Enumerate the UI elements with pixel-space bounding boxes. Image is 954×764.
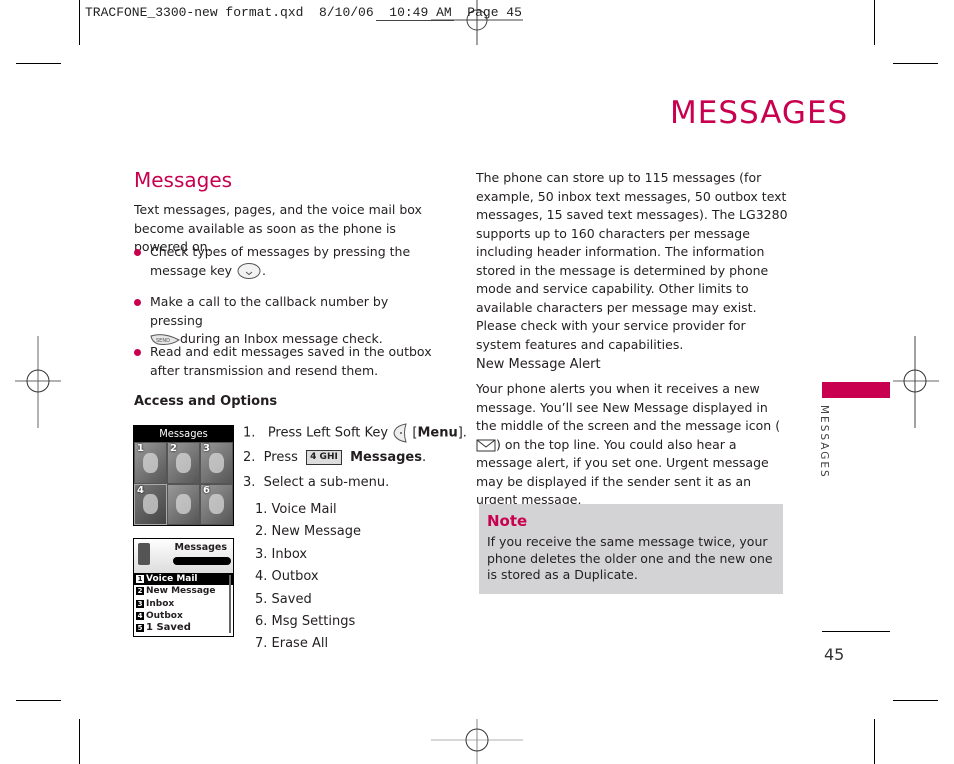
registration-mark-right bbox=[893, 336, 939, 428]
scrollbar bbox=[229, 575, 231, 633]
phone-screen-messages-list: Messages 1 Voice Mail 2 New Message 3 Inbox… bbox=[133, 538, 234, 637]
tools-icon bbox=[208, 494, 225, 515]
crop-mark bbox=[16, 63, 61, 64]
slug-filename: TRACFONE_3300-new format.qxd bbox=[85, 5, 304, 20]
screen-menu-item: 1 Voice Mail bbox=[134, 573, 233, 586]
bullet-item: Read and edit messages saved in the outb… bbox=[134, 343, 444, 380]
crop-mark bbox=[893, 63, 938, 64]
bullet-text: Make a call to the callback number by pr… bbox=[150, 294, 389, 328]
coin-icon bbox=[142, 452, 159, 473]
bullet-dot bbox=[134, 349, 141, 356]
screen-menu-item: 2 New Message bbox=[136, 586, 216, 597]
book-icon bbox=[175, 452, 192, 473]
menu-tile: 5 bbox=[167, 483, 200, 525]
registration-mark-left bbox=[15, 336, 61, 428]
access-steps: 1. Press Left Soft Key [Menu]. 2. Press … bbox=[243, 423, 467, 498]
submenu-item: 7. Erase All bbox=[255, 636, 329, 652]
bullet-dot bbox=[134, 299, 141, 306]
crop-mark bbox=[874, 719, 875, 764]
message-key-icon bbox=[237, 263, 261, 279]
storage-paragraph: The phone can store up to 115 messages (… bbox=[476, 170, 788, 352]
slug-underline bbox=[376, 20, 454, 21]
screen-menu-item: 51 Saved bbox=[136, 622, 191, 634]
crop-mark bbox=[16, 700, 61, 701]
mailbox-icon bbox=[142, 494, 159, 515]
section-title: Messages bbox=[134, 168, 233, 192]
submenu-item: 4. Outbox bbox=[255, 569, 319, 585]
registration-mark-bottom bbox=[431, 719, 523, 764]
slug-date: 8/10/06 bbox=[319, 5, 374, 20]
phone-graphic-icon bbox=[138, 543, 150, 565]
slug-time: 10:49 AM bbox=[389, 5, 452, 20]
submenu-item: 6. Msg Settings bbox=[255, 613, 356, 629]
menu-tile: 4 bbox=[134, 483, 167, 525]
note-title: Note bbox=[487, 512, 528, 530]
bullet-text: Check types of messages by pressing the … bbox=[150, 244, 411, 278]
access-options-heading: Access and Options bbox=[134, 394, 278, 409]
step-item: 2. Press 4 GHI Messages. bbox=[243, 450, 427, 465]
bullet-dot bbox=[134, 249, 141, 256]
chapter-tab-label: MESSAGES bbox=[818, 405, 830, 479]
step-item: 3. Select a sub-menu. bbox=[243, 475, 390, 490]
note-box: Note If you receive the same message twi… bbox=[479, 504, 783, 594]
chapter-title: MESSAGES bbox=[670, 95, 849, 131]
menu-tile: 2 bbox=[167, 442, 200, 484]
bullet-item: Check types of messages by pressing the … bbox=[134, 243, 444, 280]
scroll-indicator bbox=[173, 557, 231, 565]
screen-title: Messages bbox=[134, 426, 233, 442]
alert-paragraph: Your phone alerts you when it receives a… bbox=[476, 381, 781, 507]
step-item: 1. Press Left Soft Key [Menu]. bbox=[243, 423, 467, 448]
submenu-item: 2. New Message bbox=[255, 524, 361, 540]
note-body: If you receive the same message twice, y… bbox=[487, 534, 773, 582]
bullet-item: Make a call to the callback number by pr… bbox=[134, 293, 444, 349]
screen-menu-item: 4 Outbox bbox=[136, 610, 183, 621]
new-message-alert-heading: New Message Alert bbox=[476, 357, 601, 372]
screen-menu-item: 3 Inbox bbox=[136, 598, 175, 609]
submenu-item: 3. Inbox bbox=[255, 546, 308, 562]
submenu-item: 5. Saved bbox=[255, 591, 312, 607]
menu-tile: 3 bbox=[200, 442, 233, 484]
clock-icon bbox=[175, 494, 192, 515]
chapter-tab-marker bbox=[822, 382, 890, 398]
crop-mark bbox=[893, 700, 938, 701]
menu-tile: 1 bbox=[134, 442, 167, 484]
phone-screen-menu-grid: Messages 1 2 3 4 5 6 bbox=[133, 425, 234, 526]
crop-mark bbox=[874, 0, 875, 45]
bullet-text: Read and edit messages saved in the outb… bbox=[150, 344, 432, 378]
menu-tile: 6 bbox=[200, 483, 233, 525]
left-soft-key-icon bbox=[393, 423, 407, 443]
crop-mark bbox=[79, 719, 80, 764]
notepad-icon bbox=[208, 452, 225, 473]
screen-title: Messages bbox=[174, 542, 227, 553]
submenu-item: 1. Voice Mail bbox=[255, 502, 337, 517]
page-number: 45 bbox=[824, 645, 845, 664]
submenu-list: 1. Voice Mail 2. New Message 3. Inbox 4.… bbox=[255, 501, 361, 658]
file-slug: TRACFONE_3300-new format.qxd 8/10/06 10:… bbox=[85, 5, 522, 20]
key-4-icon: 4 GHI bbox=[306, 450, 342, 465]
page-number-rule bbox=[822, 631, 890, 632]
slug-page: Page 45 bbox=[467, 5, 522, 20]
bullet-text-end: . bbox=[262, 262, 266, 278]
crop-mark bbox=[79, 0, 80, 45]
envelope-icon bbox=[476, 439, 496, 451]
